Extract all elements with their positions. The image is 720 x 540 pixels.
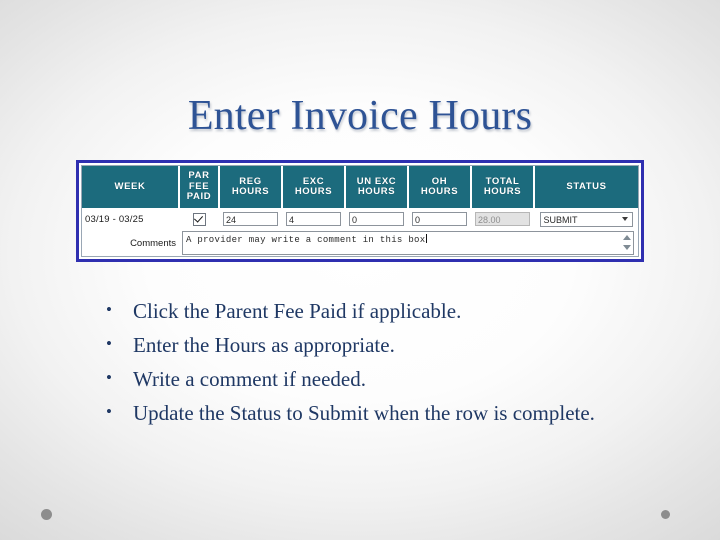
total-hours-line-2: HOURS — [483, 186, 522, 197]
column-header-week: WEEK — [82, 166, 180, 208]
list-item: Write a comment if needed. — [100, 361, 640, 396]
comments-label: Comments — [82, 230, 179, 256]
reg-hours-line-1: REG — [239, 175, 262, 187]
total-hours-readonly-field: 28.00 — [475, 212, 530, 226]
invoice-hours-table: WEEK PAR FEE PAID REG HOURS EXC HOURS UN… — [82, 166, 638, 256]
exc-hours-input[interactable]: 4 — [286, 212, 341, 226]
comments-cell: A provider may write a comment in this b… — [179, 230, 638, 256]
status-dropdown-value: SUBMIT — [543, 214, 578, 225]
cell-exc-hours: 4 — [282, 208, 345, 230]
list-item: Enter the Hours as appropriate. — [100, 327, 640, 362]
cell-oh-hours: 0 — [408, 208, 471, 230]
status-dropdown[interactable]: SUBMIT — [539, 211, 633, 227]
column-header-reg-hours: REG HOURS — [219, 166, 283, 208]
decorative-dot-left — [41, 509, 52, 520]
oh-hours-line-2: HOURS — [420, 186, 459, 197]
invoice-hours-screenshot: WEEK PAR FEE PAID REG HOURS EXC HOURS UN… — [76, 160, 644, 262]
un-exc-hours-line-1: UN EXC — [356, 175, 397, 187]
column-header-status: STATUS — [534, 166, 638, 208]
slide: Enter Invoice Hours WEEK PAR FEE PAID RE… — [0, 0, 720, 540]
par-fee-paid-line-3: PAID — [186, 191, 212, 203]
par-fee-paid-line-2: FEE — [188, 180, 210, 192]
triangle-down-icon[interactable] — [622, 245, 631, 250]
cell-reg-hours: 24 — [219, 208, 282, 230]
cell-par-fee-paid — [179, 208, 219, 230]
invoice-table-frame: WEEK PAR FEE PAID REG HOURS EXC HOURS UN… — [81, 165, 639, 257]
oh-hours-input[interactable]: 0 — [412, 212, 467, 226]
par-fee-paid-checkbox[interactable] — [192, 212, 206, 226]
list-item: Click the Parent Fee Paid if applicable. — [100, 293, 640, 328]
list-item: Update the Status to Submit when the row… — [100, 395, 640, 430]
column-header-exc-hours: EXC HOURS — [282, 166, 346, 208]
comments-scrollbar[interactable] — [621, 233, 632, 254]
instructions-list: Click the Parent Fee Paid if applicable.… — [100, 293, 640, 430]
cell-total-hours: 28.00 — [471, 208, 534, 230]
text-cursor — [426, 234, 428, 243]
table-row: 03/19 - 03/25 24 4 0 0 28.00 SUBMIT — [82, 208, 638, 230]
comments-text: A provider may write a comment in this b… — [186, 234, 428, 245]
comments-row: Comments A provider may write a comment … — [82, 230, 638, 256]
par-fee-paid-line-1: PAR — [188, 170, 210, 182]
column-header-un-exc-hours: UN EXC HOURS — [345, 166, 409, 208]
column-header-total-hours: TOTAL HOURS — [471, 166, 535, 208]
reg-hours-line-2: HOURS — [231, 186, 270, 197]
cell-week: 03/19 - 03/25 — [82, 208, 179, 230]
column-header-oh-hours: OH HOURS — [408, 166, 472, 208]
cell-un-exc-hours: 0 — [345, 208, 408, 230]
chevron-down-icon — [621, 216, 629, 222]
total-hours-line-1: TOTAL — [485, 175, 520, 187]
comments-textarea[interactable]: A provider may write a comment in this b… — [182, 231, 634, 255]
exc-hours-line-2: HOURS — [294, 186, 333, 197]
exc-hours-line-1: EXC — [302, 175, 325, 187]
reg-hours-input[interactable]: 24 — [223, 212, 278, 226]
oh-hours-line-1: OH — [431, 175, 448, 187]
table-header-row: WEEK PAR FEE PAID REG HOURS EXC HOURS UN… — [82, 166, 638, 208]
column-header-par-fee-paid: PAR FEE PAID — [179, 166, 220, 208]
decorative-dot-right — [661, 510, 670, 519]
page-title: Enter Invoice Hours — [187, 93, 533, 140]
un-exc-hours-line-2: HOURS — [357, 186, 396, 197]
un-exc-hours-input[interactable]: 0 — [349, 212, 404, 226]
cell-status: SUBMIT — [534, 208, 638, 230]
triangle-up-icon[interactable] — [622, 235, 631, 240]
